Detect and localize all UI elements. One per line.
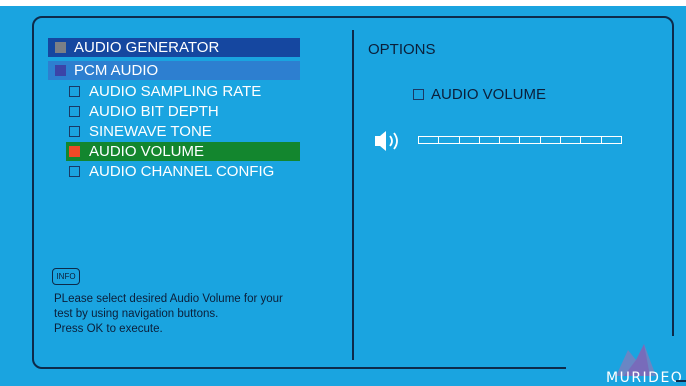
square-icon [55, 42, 66, 53]
options-title: OPTIONS [368, 41, 436, 58]
menu-item-sinewave-tone[interactable]: SINEWAVE TONE [66, 122, 306, 141]
brand-logo: MURIDEO [566, 336, 686, 386]
menu-item-audio-sampling-rate[interactable]: AUDIO SAMPLING RATE [66, 82, 306, 101]
menu-audio-generator-label: AUDIO GENERATOR [74, 39, 220, 56]
volume-segment [439, 137, 460, 143]
speaker-icon [374, 130, 408, 157]
volume-segment [500, 137, 521, 143]
help-text-line-1: PLease select desired Audio Volume for y… [54, 293, 283, 305]
menu-item-label: AUDIO BIT DEPTH [89, 103, 219, 120]
option-audio-volume-label: AUDIO VOLUME [431, 86, 547, 103]
volume-segment [581, 137, 602, 143]
volume-segment [602, 137, 621, 143]
menu-item-audio-channel-config[interactable]: AUDIO CHANNEL CONFIG [66, 162, 306, 181]
menu-pcm-audio[interactable]: PCM AUDIO [48, 61, 300, 80]
menu-item-audio-bit-depth[interactable]: AUDIO BIT DEPTH [66, 102, 306, 121]
checkbox-icon [413, 89, 424, 100]
checkbox-icon [69, 126, 80, 137]
option-audio-volume[interactable]: AUDIO VOLUME [413, 86, 546, 103]
menu-item-audio-volume[interactable]: AUDIO VOLUME [66, 142, 300, 161]
volume-bar[interactable] [418, 136, 622, 144]
menu-item-label: AUDIO VOLUME [89, 143, 205, 160]
frame-line-segment [676, 380, 686, 382]
volume-segment [460, 137, 480, 143]
menu-audio-generator[interactable]: AUDIO GENERATOR [48, 38, 300, 57]
volume-segment [520, 137, 541, 143]
menu-item-label: AUDIO CHANNEL CONFIG [89, 163, 275, 180]
brand-name: MURIDEO [606, 370, 684, 386]
menu-pcm-audio-label: PCM AUDIO [74, 62, 159, 79]
square-icon [55, 65, 66, 76]
checkbox-icon [69, 106, 80, 117]
help-text-line-2: test by using navigation buttons. [54, 308, 219, 320]
checkbox-icon [69, 86, 80, 97]
panel-divider [352, 30, 354, 360]
checkbox-icon [69, 166, 80, 177]
menu-item-label: SINEWAVE TONE [89, 123, 212, 140]
volume-segment [541, 137, 562, 143]
help-text-line-3: Press OK to execute. [54, 323, 163, 335]
menu-item-label: AUDIO SAMPLING RATE [89, 83, 262, 100]
volume-segment [480, 137, 501, 143]
volume-segment [419, 137, 440, 143]
info-button[interactable]: INFO [52, 268, 80, 285]
selected-indicator-icon [69, 146, 80, 157]
volume-segment [561, 137, 582, 143]
